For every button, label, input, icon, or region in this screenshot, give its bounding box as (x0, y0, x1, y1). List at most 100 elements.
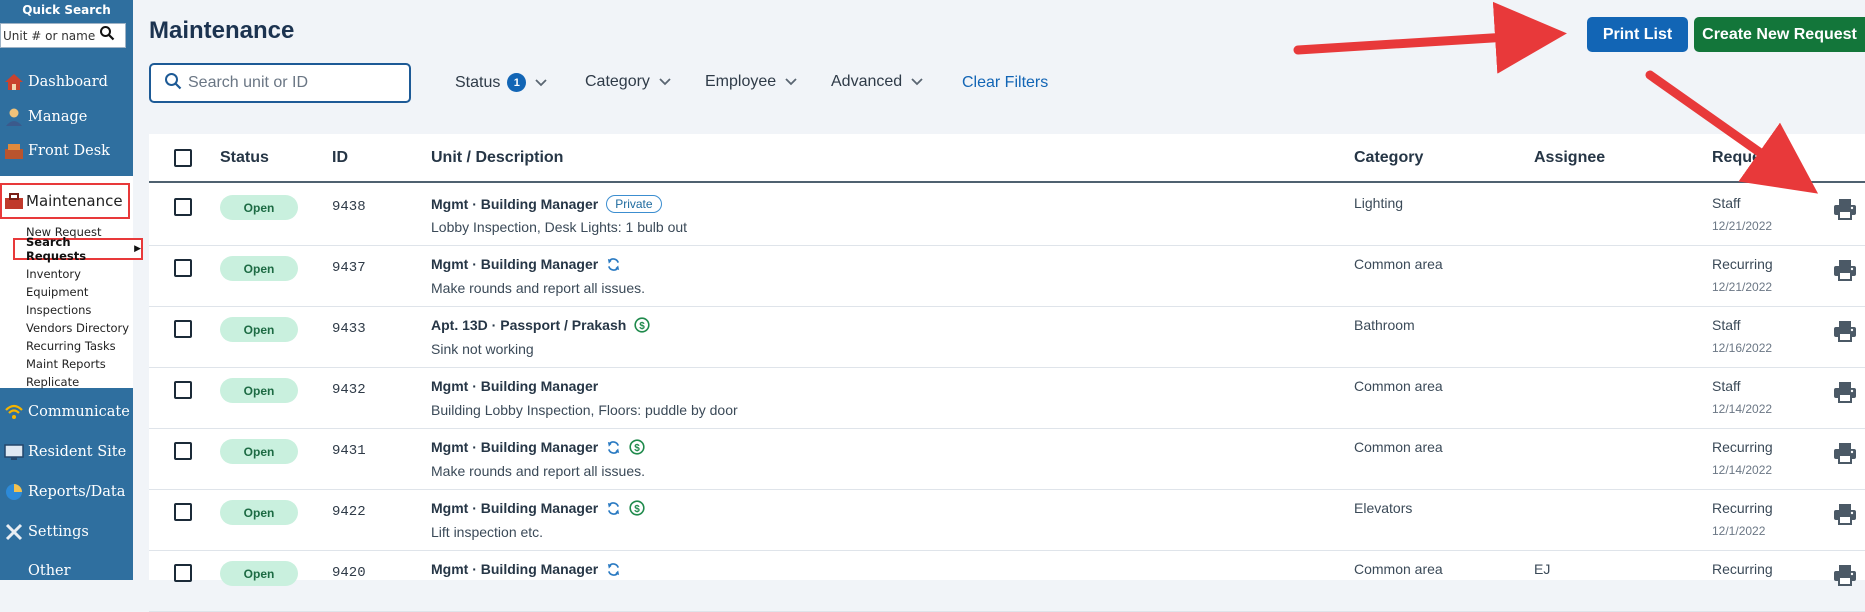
quick-search-title: Quick Search (22, 3, 111, 17)
row-checkbox[interactable] (174, 198, 192, 216)
request-id[interactable]: 9437 (332, 260, 366, 276)
monitor-icon (2, 441, 26, 463)
print-icon[interactable] (1832, 563, 1858, 592)
create-new-request-button[interactable]: Create New Request (1694, 17, 1865, 52)
column-unit-description[interactable]: Unit / Description (431, 149, 563, 167)
unit-label: Mgmt · Building Manager (431, 378, 599, 394)
table-row[interactable]: Open 9432 Mgmt · Building Manager Building … (149, 368, 1865, 429)
table-row[interactable]: Open 9431 Mgmt · Building Manager $ Make rou… (149, 429, 1865, 490)
table-row[interactable]: Open 9433 Apt. 13D · Passport / Prakash $ Si… (149, 307, 1865, 368)
status-badge: Open (220, 439, 298, 464)
sub-recurring-tasks[interactable]: Recurring Tasks (26, 339, 116, 353)
requested-date: 12/14/2022 (1712, 402, 1773, 416)
nav-settings[interactable]: Settings (0, 514, 133, 550)
table-row[interactable]: Open 9438 Mgmt · Building Manager Private Lo… (149, 185, 1865, 246)
unit-name[interactable]: Mgmt · Building Manager Private (431, 195, 662, 213)
nav-maintenance[interactable]: Maintenance (0, 183, 130, 219)
sub-replicate[interactable]: Replicate (26, 375, 79, 389)
print-icon[interactable] (1832, 502, 1858, 531)
column-status[interactable]: Status (220, 149, 269, 167)
chevron-down-icon (659, 73, 671, 91)
column-id[interactable]: ID (332, 149, 348, 167)
request-description[interactable]: Lift inspection etc. (431, 524, 543, 540)
request-description[interactable]: Lobby Inspection, Desk Lights: 1 bulb ou… (431, 219, 687, 235)
row-checkbox[interactable] (174, 259, 192, 277)
status-badge: Open (220, 317, 298, 342)
table-row[interactable]: Open 9422 Mgmt · Building Manager $ Lift ins… (149, 490, 1865, 551)
sub-inspections[interactable]: Inspections (26, 303, 91, 317)
search-icon[interactable] (99, 25, 115, 46)
nav-reports-data[interactable]: Reports/Data (0, 474, 133, 510)
row-checkbox[interactable] (174, 320, 192, 338)
column-category[interactable]: Category (1354, 149, 1423, 167)
request-id[interactable]: 9420 (332, 565, 366, 581)
row-checkbox[interactable] (174, 442, 192, 460)
status-filter-label: Status (455, 73, 501, 91)
quick-search-input[interactable] (1, 24, 97, 47)
print-icon[interactable] (1832, 319, 1858, 348)
request-category: Common area (1354, 378, 1443, 394)
unit-name[interactable]: Mgmt · Building Manager $ (431, 439, 645, 455)
print-list-button[interactable]: Print List (1587, 17, 1688, 52)
employee-filter[interactable]: Employee (705, 73, 797, 91)
print-icon[interactable] (1832, 380, 1858, 409)
unit-label: Mgmt · Building Manager (431, 439, 599, 455)
unit-name[interactable]: Mgmt · Building Manager $ (431, 500, 645, 516)
sub-vendors-directory[interactable]: Vendors Directory (26, 321, 129, 335)
unit-name[interactable]: Apt. 13D · Passport / Prakash $ (431, 317, 650, 333)
column-assignee[interactable]: Assignee (1534, 149, 1605, 167)
category-filter[interactable]: Category (585, 73, 671, 91)
table-row[interactable]: Open 9437 Mgmt · Building Manager Make roun… (149, 246, 1865, 307)
status-badge: Open (220, 500, 298, 525)
nav-dashboard[interactable]: Dashboard (0, 64, 133, 100)
nav-manage-label: Manage (28, 109, 88, 125)
nav-settings-label: Settings (28, 524, 89, 540)
search-input[interactable] (188, 74, 398, 92)
request-id[interactable]: 9431 (332, 443, 366, 459)
status-badge: Open (220, 561, 298, 586)
request-id[interactable]: 9438 (332, 199, 366, 215)
clear-filters-link[interactable]: Clear Filters (962, 74, 1048, 92)
sub-inventory[interactable]: Inventory (26, 267, 81, 281)
row-checkbox[interactable] (174, 564, 192, 582)
wifi-icon (2, 401, 26, 423)
request-id[interactable]: 9433 (332, 321, 366, 337)
sub-search-requests[interactable]: Search Requests ▶ (13, 235, 143, 263)
print-icon[interactable] (1832, 258, 1858, 287)
request-id[interactable]: 9432 (332, 382, 366, 398)
nav-other[interactable]: Other (0, 553, 133, 589)
unit-name[interactable]: Mgmt · Building Manager (431, 256, 621, 272)
advanced-filter[interactable]: Advanced (831, 73, 923, 91)
nav-manage[interactable]: Manage (0, 99, 133, 135)
request-description[interactable]: Building Lobby Inspection, Floors: puddl… (431, 402, 738, 418)
row-checkbox[interactable] (174, 381, 192, 399)
request-description[interactable]: Make rounds and report all issues. (431, 463, 645, 479)
unit-name[interactable]: Mgmt · Building Manager (431, 561, 621, 577)
sub-maint-reports[interactable]: Maint Reports (26, 357, 106, 371)
sub-equipment[interactable]: Equipment (26, 285, 88, 299)
employee-filter-label: Employee (705, 73, 777, 90)
nav-front-desk[interactable]: Front Desk (0, 133, 133, 169)
request-id[interactable]: 9422 (332, 504, 366, 520)
nav-communicate[interactable]: Communicate (0, 394, 133, 430)
column-requested[interactable]: Requested (1712, 149, 1794, 167)
row-checkbox[interactable] (174, 503, 192, 521)
request-assignee: EJ (1534, 561, 1551, 577)
chevron-down-icon (785, 73, 797, 91)
dollar-icon: $ (629, 500, 645, 516)
unit-name[interactable]: Mgmt · Building Manager (431, 378, 598, 394)
select-all-checkbox[interactable] (174, 149, 192, 167)
print-icon[interactable] (1832, 197, 1858, 226)
recurring-icon (606, 257, 621, 272)
print-icon[interactable] (1832, 441, 1858, 470)
table-row[interactable]: Open 9420 Mgmt · Building Manager Common ar… (149, 551, 1865, 612)
unit-label: Mgmt · Building Manager (431, 256, 599, 272)
requested-by: Recurring (1712, 256, 1773, 272)
request-description[interactable]: Sink not working (431, 341, 534, 357)
request-description[interactable]: Make rounds and report all issues. (431, 280, 645, 296)
caret-right-icon: ▶ (134, 244, 141, 254)
unit-label: Mgmt · Building Manager (431, 561, 599, 577)
status-filter[interactable]: Status 1 (455, 73, 547, 92)
nav-resident-site[interactable]: Resident Site (0, 434, 133, 470)
main-content: Maintenance Print List Create New Reques… (133, 0, 1865, 612)
